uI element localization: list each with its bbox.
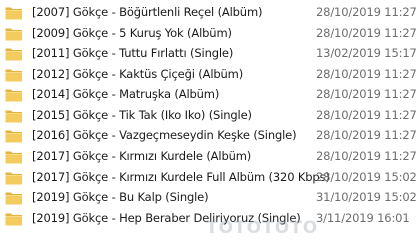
folder-name: [2011] Gökçe - Tuttu Fırlattı (Single)	[32, 46, 234, 60]
date-modified: 28/10/2019 15:02	[316, 170, 417, 184]
date-modified: 3/11/2019 16:01	[316, 211, 410, 225]
folder-row[interactable]: [2014] Gökçe - Matruşka (Albüm) 28/10/201…	[0, 85, 419, 105]
folder-name: [2019] Gökçe - Bu Kalp (Single)	[32, 190, 209, 204]
date-modified: 31/10/2019 15:02	[316, 190, 417, 204]
date-modified: 28/10/2019 11:27	[316, 5, 417, 19]
folder-icon	[5, 109, 23, 123]
folder-icon	[5, 191, 23, 205]
folder-name: [2016] Gökçe - Vazgeçmeseydin Keşke (Sin…	[32, 128, 297, 142]
folder-icon	[5, 88, 23, 102]
folder-row[interactable]: [2019] Gökçe - Bu Kalp (Single) 31/10/201…	[0, 188, 419, 208]
date-modified: 28/10/2019 11:27	[316, 108, 417, 122]
date-modified: 28/10/2019 11:27	[316, 128, 417, 142]
folder-name: [2019] Gökçe - Hep Beraber Deliriyoruz (…	[32, 211, 301, 225]
folder-row[interactable]: [2017] Gökçe - Kırmızı Kurdele (Albüm) 28…	[0, 147, 419, 167]
folder-row[interactable]: [2007] Gökçe - Böğürtlenli Reçel (Albüm)…	[0, 3, 419, 23]
folder-icon	[5, 6, 23, 20]
folder-icon	[5, 129, 23, 143]
folder-icon	[5, 150, 23, 164]
folder-name: [2007] Gökçe - Böğürtlenli Reçel (Albüm)	[32, 5, 263, 19]
folder-icon	[5, 68, 23, 82]
folder-row[interactable]: [2019] Gökçe - Hep Beraber Deliriyoruz (…	[0, 209, 419, 229]
folder-row[interactable]: [2009] Gökçe - 5 Kuruş Yok (Albüm) 28/10/…	[0, 24, 419, 44]
folder-icon	[5, 171, 23, 185]
folder-name: [2015] Gökçe - Tik Tak (Iko Iko) (Single…	[32, 108, 252, 122]
folder-name: [2017] Gökçe - Kırmızı Kurdele (Albüm)	[32, 149, 252, 163]
folder-row[interactable]: [2017] Gökçe - Kırmızı Kurdele Full Albü…	[0, 168, 419, 188]
folder-row[interactable]: [2015] Gökçe - Tik Tak (Iko Iko) (Single…	[0, 106, 419, 126]
folder-name: [2017] Gökçe - Kırmızı Kurdele Full Albü…	[32, 170, 330, 184]
folder-icon	[5, 27, 23, 41]
date-modified: 13/02/2019 15:17	[316, 46, 417, 60]
date-modified: 28/10/2019 11:27	[316, 26, 417, 40]
date-modified: 28/10/2019 11:27	[316, 149, 417, 163]
date-modified: 28/10/2019 11:27	[316, 67, 417, 81]
folder-name: [2014] Gökçe - Matruşka (Albüm)	[32, 87, 220, 101]
date-modified: 28/10/2019 11:27	[316, 87, 417, 101]
folder-name: [2012] Gökçe - Kaktüs Çiçeği (Albüm)	[32, 67, 244, 81]
folder-row[interactable]: [2012] Gökçe - Kaktüs Çiçeği (Albüm) 28/1…	[0, 65, 419, 85]
folder-row[interactable]: [2016] Gökçe - Vazgeçmeseydin Keşke (Sin…	[0, 126, 419, 146]
folder-icon	[5, 212, 23, 226]
folder-icon	[5, 47, 23, 61]
file-list: [2007] Gökçe - Böğürtlenli Reçel (Albüm)…	[0, 0, 419, 250]
folder-row[interactable]: [2011] Gökçe - Tuttu Fırlattı (Single) 13…	[0, 44, 419, 64]
folder-name: [2009] Gökçe - 5 Kuruş Yok (Albüm)	[32, 26, 232, 40]
